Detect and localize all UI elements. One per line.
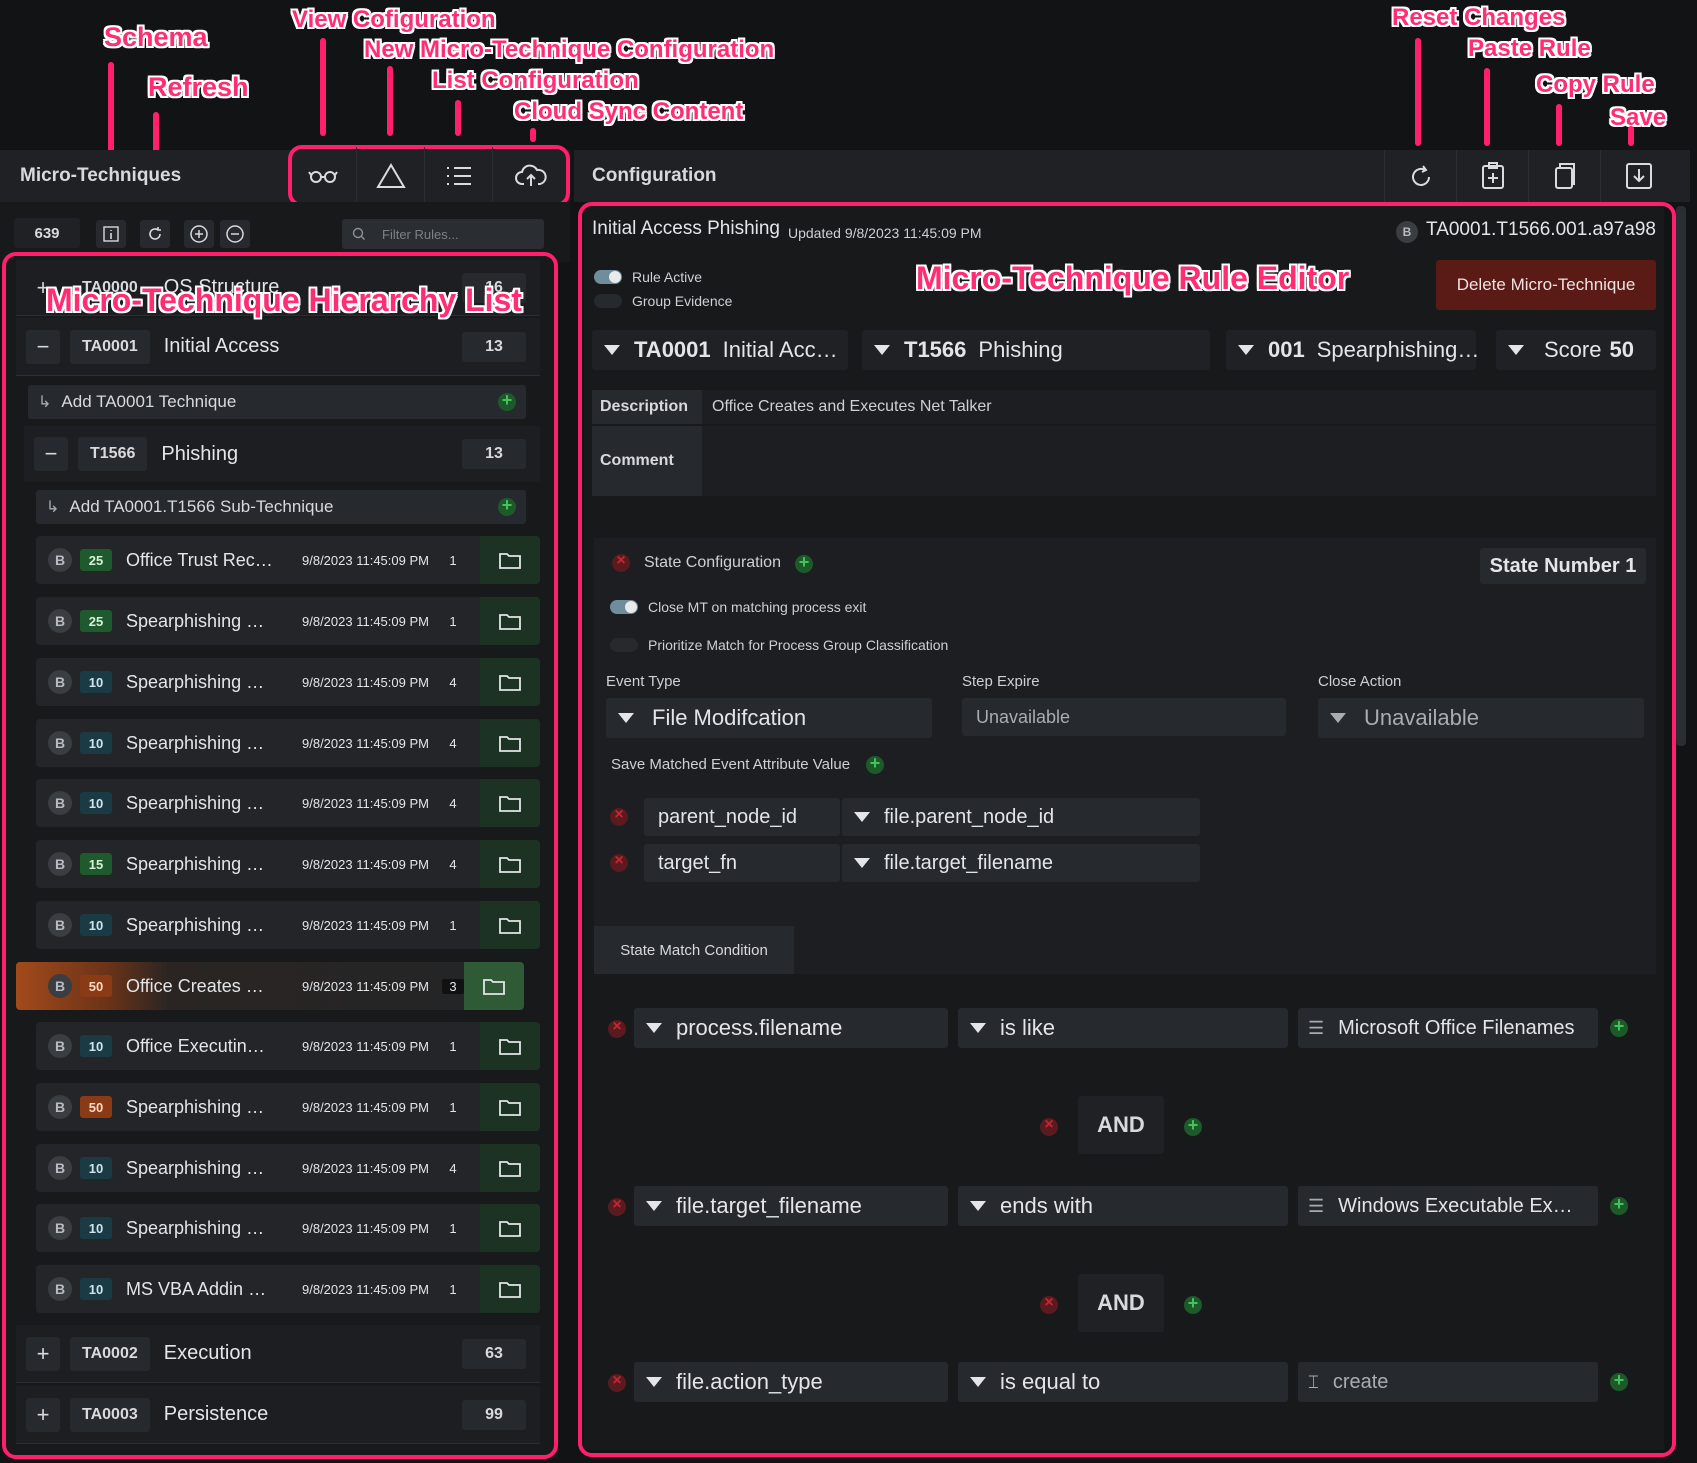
stem-new-mt: [387, 66, 393, 136]
callout-view-config: View Cofiguration: [292, 6, 496, 33]
copy-icon: [1554, 163, 1575, 189]
stem-list-config: [455, 100, 461, 136]
stem-cloud-sync: [530, 128, 536, 142]
callout-save: Save: [1610, 104, 1667, 131]
download-icon: [1625, 163, 1652, 189]
refresh-icon: [149, 227, 161, 240]
refresh-button[interactable]: [140, 220, 170, 248]
plus-circle-icon: [190, 225, 208, 243]
clipboard-icon: [1481, 162, 1504, 189]
left-panel-title: Micro-Techniques: [20, 165, 182, 186]
callout-paste: Paste Rule: [1468, 35, 1591, 62]
cloud-upload-icon: [514, 164, 547, 186]
glasses-icon: [308, 171, 338, 183]
info-icon: [103, 226, 119, 242]
copy-rule-button[interactable]: [1528, 150, 1600, 202]
callout-cloud-sync: Cloud Sync Content: [514, 98, 744, 125]
stem-view-config: [320, 38, 326, 136]
callout-list-config: List Configuration: [432, 67, 639, 94]
expand-all-button[interactable]: [184, 220, 214, 248]
collapse-all-button[interactable]: [220, 220, 250, 248]
stem-save: [1628, 126, 1634, 146]
hierarchy-list-highlight: [2, 252, 558, 1459]
filter-rules-input[interactable]: Filter Rules...: [342, 219, 544, 249]
list-configuration-button[interactable]: [424, 147, 492, 205]
callout-new-mt: New Micro-Technique Configuration: [364, 36, 775, 63]
stem-reset: [1415, 38, 1421, 146]
right-panel-title: Configuration: [592, 165, 717, 186]
rule-editor-highlight: [578, 202, 1676, 1457]
paste-rule-button[interactable]: [1456, 150, 1528, 202]
schema-button[interactable]: [96, 220, 126, 248]
stem-copy: [1556, 104, 1562, 146]
callout-refresh: Refresh: [148, 72, 249, 102]
save-button[interactable]: [1600, 150, 1676, 202]
rule-count-badge: 639: [14, 218, 80, 248]
view-configuration-button[interactable]: [290, 147, 356, 205]
new-micro-technique-button[interactable]: [356, 147, 424, 205]
filter-placeholder: Filter Rules...: [382, 226, 459, 242]
search-icon: [352, 227, 365, 240]
callout-reset: Reset Changes: [1392, 4, 1566, 31]
callout-copy: Copy Rule: [1536, 71, 1655, 98]
callout-hierarchy-list: Micro-Technique Hierarchy List: [46, 282, 522, 318]
stem-paste: [1484, 68, 1490, 146]
cloud-sync-button[interactable]: [492, 147, 568, 205]
triangle-icon: [375, 163, 406, 188]
callout-schema: Schema: [104, 22, 208, 52]
reset-changes-button[interactable]: [1384, 150, 1456, 202]
reset-icon: [1411, 165, 1430, 186]
minus-circle-icon: [226, 225, 244, 243]
list-icon: [446, 167, 471, 185]
editor-scrollbar[interactable]: [1676, 206, 1686, 746]
